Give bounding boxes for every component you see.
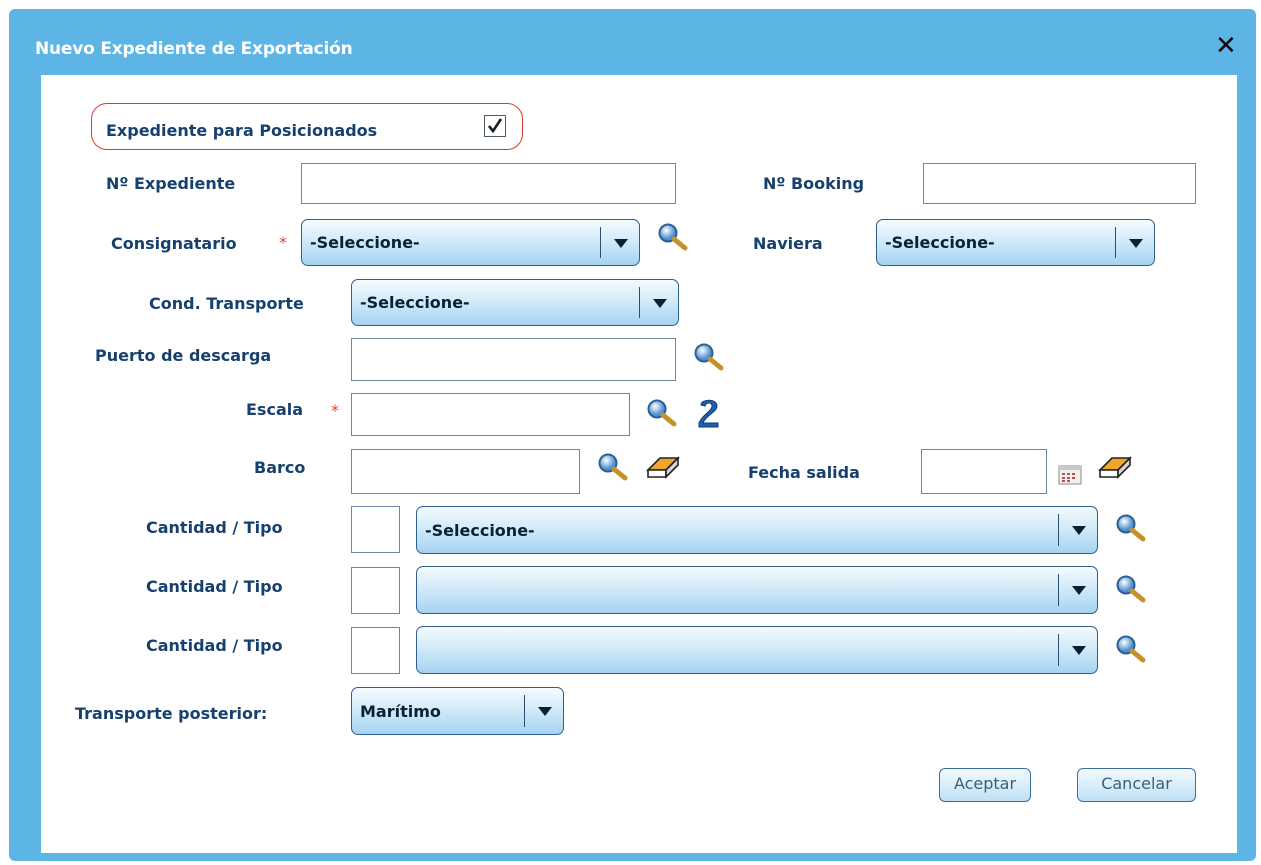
escala-field[interactable]: [351, 393, 630, 436]
search-icon[interactable]: [692, 342, 728, 372]
cancel-button[interactable]: Cancelar: [1077, 768, 1196, 802]
puerto-label: Puerto de descarga: [95, 346, 272, 365]
posicionados-label: Expediente para Posicionados: [106, 121, 378, 140]
search-icon[interactable]: [596, 452, 632, 482]
expediente-field[interactable]: [301, 163, 676, 204]
naviera-select[interactable]: -Seleccione-: [876, 219, 1155, 266]
consignatario-label: Consignatario: [111, 234, 237, 253]
posicionados-checkbox[interactable]: [484, 115, 506, 137]
search-icon[interactable]: [1114, 513, 1150, 543]
eraser-icon[interactable]: [1096, 452, 1136, 480]
cantidad-field-3[interactable]: [351, 627, 400, 674]
close-icon[interactable]: ✕: [1215, 33, 1237, 59]
expediente-label: Nº Expediente: [106, 174, 236, 193]
chevron-down-icon: [1072, 646, 1086, 655]
tipo-select-1[interactable]: -Seleccione-: [416, 506, 1098, 554]
search-icon[interactable]: [645, 398, 681, 428]
cantidad-field-2[interactable]: [351, 567, 400, 614]
calendar-icon[interactable]: [1058, 465, 1082, 485]
barco-label: Barco: [254, 458, 306, 477]
cantidad-tipo-label-1: Cantidad / Tipo: [146, 518, 283, 537]
tipo-select-value-1: -Seleccione-: [425, 520, 535, 540]
chevron-down-icon: [614, 238, 628, 248]
cantidad-tipo-label-3: Cantidad / Tipo: [146, 636, 283, 655]
barco-field[interactable]: [351, 449, 580, 494]
booking-label: Nº Booking: [763, 174, 865, 193]
fecha-salida-field[interactable]: [921, 449, 1047, 494]
naviera-select-value: -Seleccione-: [885, 233, 995, 252]
consignatario-select-value: -Seleccione-: [310, 233, 420, 252]
checkmark-icon: [487, 118, 503, 134]
chevron-down-icon: [1072, 586, 1086, 595]
fecha-salida-label: Fecha salida: [748, 463, 860, 482]
cond-transporte-select[interactable]: -Seleccione-: [351, 279, 679, 326]
puerto-field[interactable]: [351, 338, 676, 381]
escala-label: Escala: [246, 400, 304, 419]
cond-transporte-select-value: -Seleccione-: [360, 293, 470, 312]
booking-field[interactable]: [923, 163, 1196, 204]
escala-required-marker: *: [331, 401, 339, 420]
chevron-down-icon: [538, 707, 552, 716]
naviera-label: Naviera: [753, 234, 823, 253]
search-icon[interactable]: [1114, 574, 1150, 604]
search-icon[interactable]: [1114, 634, 1150, 664]
transporte-posterior-select[interactable]: Marítimo: [351, 687, 564, 735]
dialog-title: Nuevo Expediente de Exportación: [35, 39, 353, 59]
transporte-posterior-label: Transporte posterior:: [75, 704, 268, 723]
help-icon[interactable]: [694, 396, 724, 430]
accept-button[interactable]: Aceptar: [939, 768, 1031, 802]
cantidad-field-1[interactable]: [351, 506, 400, 553]
transporte-posterior-value: Marítimo: [360, 701, 441, 721]
consignatario-select[interactable]: -Seleccione-: [301, 219, 640, 266]
consignatario-required-marker: *: [279, 233, 287, 252]
tipo-select-2[interactable]: [416, 566, 1098, 614]
search-icon[interactable]: [656, 222, 692, 252]
chevron-down-icon: [1129, 238, 1143, 248]
tipo-select-3[interactable]: [416, 626, 1098, 674]
cond-transporte-label: Cond. Transporte: [149, 294, 304, 313]
chevron-down-icon: [1072, 526, 1086, 535]
chevron-down-icon: [653, 298, 667, 308]
eraser-icon[interactable]: [644, 452, 684, 480]
cantidad-tipo-label-2: Cantidad / Tipo: [146, 577, 283, 596]
